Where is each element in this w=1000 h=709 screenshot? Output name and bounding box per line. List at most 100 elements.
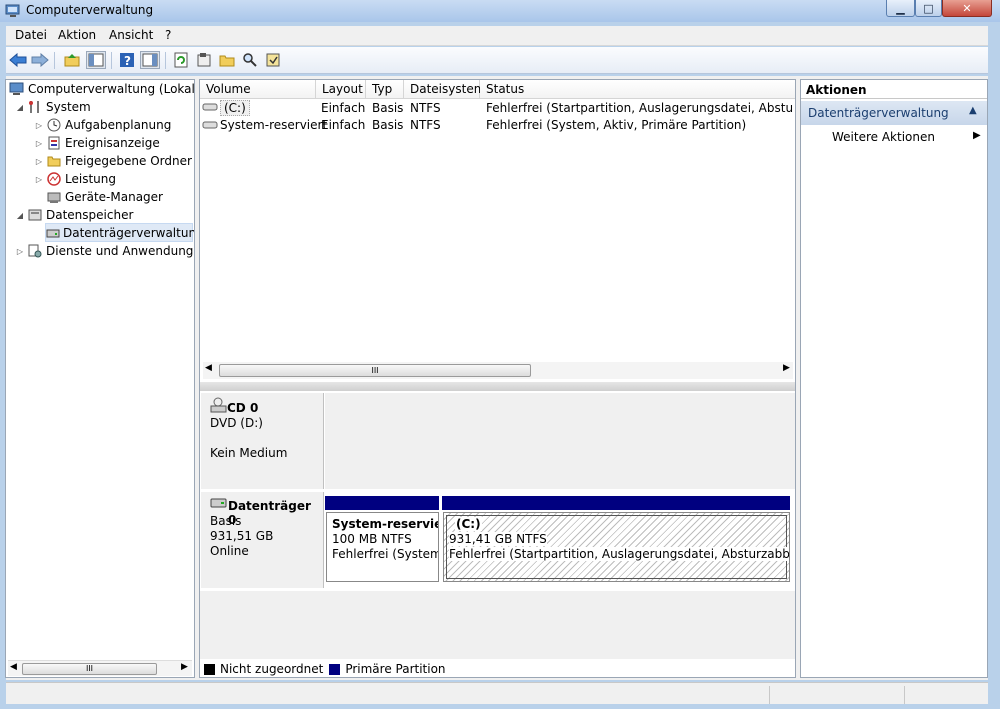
refresh-icon[interactable] bbox=[171, 51, 191, 69]
tree-horizontal-scrollbar[interactable]: ◀ III ▶ bbox=[8, 660, 192, 676]
expand-arrow-icon[interactable]: ▷ bbox=[34, 121, 44, 130]
column-header-layout[interactable]: Layout bbox=[316, 80, 366, 99]
cell-layout: Einfach bbox=[321, 101, 366, 115]
up-folder-icon[interactable] bbox=[62, 51, 82, 69]
action-weitere-aktionen[interactable]: Weitere Aktionen ▶ bbox=[801, 127, 987, 147]
cell-layout: Einfach bbox=[321, 118, 366, 132]
scroll-left-arrow-icon[interactable]: ◀ bbox=[10, 662, 17, 672]
scroll-thumb[interactable]: III bbox=[219, 364, 531, 377]
window-title: Computerverwaltung bbox=[26, 3, 154, 17]
actions-header: Aktionen bbox=[801, 80, 987, 99]
tree-item-datentraegerverwaltung[interactable]: Datenträgerverwaltung bbox=[45, 223, 194, 242]
tree-root[interactable]: Computerverwaltung (Lokal) bbox=[9, 80, 195, 98]
show-action-pane-icon[interactable] bbox=[140, 51, 160, 69]
tree-item-geraete-manager[interactable]: Geräte-Manager bbox=[46, 188, 163, 206]
expand-arrow-icon[interactable]: ▷ bbox=[34, 157, 44, 166]
expand-arrow-icon[interactable]: ▷ bbox=[34, 175, 44, 184]
tree-item-datenspeicher[interactable]: ◢ Datenspeicher bbox=[15, 206, 133, 224]
menu-aktion[interactable]: Aktion bbox=[58, 28, 96, 42]
forward-arrow-icon[interactable] bbox=[30, 51, 50, 69]
close-button[interactable]: ✕ bbox=[942, 0, 992, 17]
scroll-left-arrow-icon[interactable]: ◀ bbox=[205, 363, 212, 373]
status-segment bbox=[904, 686, 988, 704]
actions-section-label: Datenträgerverwaltung bbox=[808, 106, 949, 120]
open-folder-icon[interactable] bbox=[217, 51, 237, 69]
computer-icon bbox=[9, 81, 25, 97]
menu-datei[interactable]: Datei bbox=[15, 28, 47, 42]
search-icon[interactable] bbox=[240, 51, 260, 69]
properties-icon[interactable] bbox=[194, 51, 214, 69]
maximize-button[interactable]: □ bbox=[915, 0, 942, 17]
toolbar: ? bbox=[6, 47, 988, 74]
maximize-icon: □ bbox=[923, 1, 934, 15]
partition-size: 931,41 GB NTFS bbox=[449, 532, 547, 546]
legend-swatch-primary bbox=[329, 663, 341, 675]
tree-item-label: Ereignisanzeige bbox=[65, 136, 160, 150]
tree-item-leistung[interactable]: ▷ Leistung bbox=[34, 170, 116, 188]
disk-name: CD 0 bbox=[227, 401, 259, 415]
partition-c[interactable]: (C:) 931,41 GB NTFS Fehlerfrei (Startpar… bbox=[443, 512, 790, 582]
tools-icon bbox=[27, 99, 43, 115]
collapse-arrow-icon[interactable]: ◢ bbox=[15, 211, 25, 220]
column-header-dateisystem[interactable]: Dateisystem bbox=[404, 80, 485, 99]
action-label: Weitere Aktionen bbox=[832, 130, 935, 144]
partition-name: (C:) bbox=[455, 517, 482, 531]
column-header-status[interactable]: Status bbox=[480, 80, 795, 99]
hard-disk-icon bbox=[210, 497, 227, 512]
tree-item-freigegebene-ordner[interactable]: ▷ Freigegebene Ordner bbox=[34, 152, 192, 170]
tree-item-label: Freigegebene Ordner bbox=[65, 154, 192, 168]
actions-section-datentraegerverwaltung[interactable]: Datenträgerverwaltung ▲ bbox=[801, 101, 987, 125]
tree-item-label: Aufgabenplanung bbox=[65, 118, 172, 132]
disk-empty-region bbox=[200, 591, 795, 659]
tree-item-dienste[interactable]: ▷ Dienste und Anwendungen bbox=[15, 242, 194, 260]
column-header-typ[interactable]: Typ bbox=[366, 80, 404, 99]
partition-name: System-reserviert bbox=[332, 517, 438, 531]
list-horizontal-scrollbar[interactable]: ◀ III ▶ bbox=[203, 362, 793, 379]
navigation-tree: Computerverwaltung (Lokal) ◢ System ▷ Au… bbox=[5, 79, 195, 678]
scroll-right-arrow-icon[interactable]: ▶ bbox=[783, 363, 790, 373]
partition-header-c bbox=[442, 496, 790, 510]
menu-help[interactable]: ? bbox=[165, 28, 171, 42]
show-console-tree-icon[interactable] bbox=[86, 51, 106, 69]
volume-pane: Volume Layout Typ Dateisystem Status (C:… bbox=[199, 79, 796, 678]
scroll-thumb[interactable]: III bbox=[22, 663, 157, 675]
tree-item-ereignisanzeige[interactable]: ▷ Ereignisanzeige bbox=[34, 134, 160, 152]
pane-splitter[interactable] bbox=[200, 382, 795, 391]
partition-size: 100 MB NTFS bbox=[332, 532, 412, 546]
column-header-volume[interactable]: Volume bbox=[200, 80, 316, 99]
partition-system-reserviert[interactable]: System-reserviert 100 MB NTFS Fehlerfrei… bbox=[326, 512, 439, 582]
storage-icon bbox=[27, 207, 43, 223]
computer-management-icon bbox=[5, 3, 21, 19]
table-row[interactable]: (C:) Einfach Basis NTFS Fehlerfrei (Star… bbox=[200, 99, 795, 117]
minimize-button[interactable]: ▁ bbox=[886, 0, 915, 17]
event-viewer-icon bbox=[46, 135, 62, 151]
services-icon bbox=[27, 243, 43, 259]
legend-swatch-unallocated bbox=[204, 663, 215, 675]
collapse-arrow-icon[interactable]: ◢ bbox=[15, 103, 25, 112]
collapse-up-arrow-icon[interactable]: ▲ bbox=[969, 105, 977, 116]
cell-dateisystem: NTFS bbox=[410, 101, 441, 115]
svg-text:?: ? bbox=[124, 54, 131, 68]
tree-item-aufgabenplanung[interactable]: ▷ Aufgabenplanung bbox=[34, 116, 171, 134]
settings-icon[interactable] bbox=[263, 51, 283, 69]
disk-label-cd0[interactable]: CD 0 DVD (D:) Kein Medium bbox=[201, 393, 324, 489]
disk-type: DVD (D:) bbox=[210, 416, 263, 430]
device-manager-icon bbox=[46, 189, 62, 205]
scroll-right-arrow-icon[interactable]: ▶ bbox=[181, 662, 188, 672]
back-arrow-icon[interactable] bbox=[8, 51, 28, 69]
shared-folder-icon bbox=[46, 153, 62, 169]
cell-status: Fehlerfrei (Startpartition, Auslagerungs… bbox=[486, 101, 794, 115]
cell-typ: Basis bbox=[372, 101, 404, 115]
expand-arrow-icon[interactable]: ▷ bbox=[34, 139, 44, 148]
table-row[interactable]: System-reserviert Einfach Basis NTFS Feh… bbox=[200, 117, 795, 135]
menu-ansicht[interactable]: Ansicht bbox=[109, 28, 153, 42]
tree-root-label: Computerverwaltung (Lokal) bbox=[28, 82, 195, 96]
legend-label-unallocated: Nicht zugeordnet bbox=[220, 662, 324, 676]
disk-label-disk0[interactable]: Datenträger 0 Basis 931,51 GB Online bbox=[201, 492, 324, 588]
expand-arrow-icon[interactable]: ▷ bbox=[15, 247, 25, 256]
tree-item-label: System bbox=[46, 100, 91, 114]
tree-item-system[interactable]: ◢ System bbox=[15, 98, 91, 116]
disk-management-icon bbox=[46, 225, 60, 241]
cell-volume: System-reserviert bbox=[220, 118, 328, 132]
help-icon[interactable]: ? bbox=[117, 51, 137, 69]
